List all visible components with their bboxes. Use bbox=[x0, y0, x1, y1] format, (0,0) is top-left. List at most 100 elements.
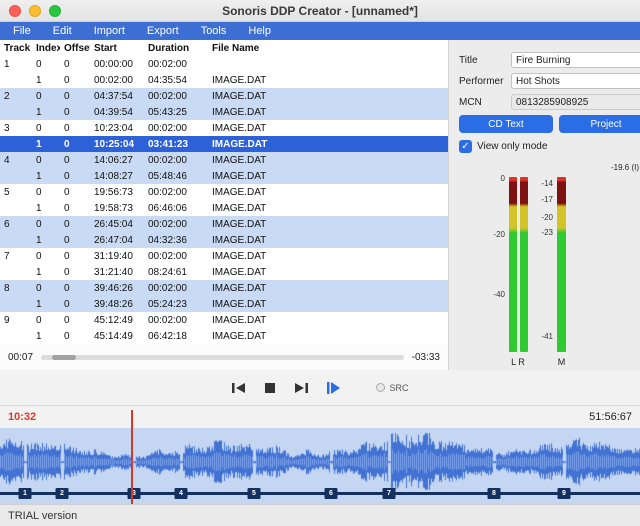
play-button[interactable] bbox=[325, 380, 342, 396]
cell-start: 19:56:73 bbox=[90, 187, 144, 198]
track-table: TrackIndexOffsetStartDurationFile NameIS… bbox=[0, 40, 448, 344]
table-row[interactable]: 10000:00:0000:02:00USQ bbox=[0, 56, 448, 72]
table-row[interactable]: 40014:06:2700:02:00IMAGE.DATUSQ bbox=[0, 152, 448, 168]
menu-help[interactable]: Help bbox=[237, 22, 282, 40]
skip-back-button[interactable] bbox=[231, 381, 247, 395]
table-row[interactable]: 30010:23:0400:02:00IMAGE.DATUSQ bbox=[0, 120, 448, 136]
project-button[interactable]: Project bbox=[559, 115, 640, 133]
skip-forward-button[interactable] bbox=[293, 381, 309, 395]
cell-track: 3 bbox=[0, 123, 32, 134]
cell-index: 0 bbox=[32, 155, 60, 166]
track-marker[interactable]: 2 bbox=[56, 488, 69, 499]
column-header[interactable]: Track bbox=[0, 43, 32, 54]
view-only-row: View only mode bbox=[459, 140, 640, 153]
zoom-button[interactable] bbox=[49, 5, 61, 17]
minimize-button[interactable] bbox=[29, 5, 41, 17]
menu-edit[interactable]: Edit bbox=[42, 22, 83, 40]
track-marker[interactable]: 4 bbox=[175, 488, 188, 499]
table-row[interactable]: 1019:58:7306:46:06IMAGE.DAT bbox=[0, 200, 448, 216]
cell-start: 04:37:54 bbox=[90, 91, 144, 102]
mcn-input[interactable] bbox=[511, 94, 640, 110]
track-marker[interactable]: 5 bbox=[248, 488, 261, 499]
cell-isrc: USQ bbox=[444, 91, 448, 102]
track-marker[interactable]: 9 bbox=[558, 488, 571, 499]
column-header[interactable]: File Name bbox=[208, 43, 444, 54]
table-row[interactable]: 1014:08:2705:48:46IMAGE.DAT bbox=[0, 168, 448, 184]
cell-start: 14:06:27 bbox=[90, 155, 144, 166]
cell-index: 0 bbox=[32, 315, 60, 326]
cell-index: 1 bbox=[32, 203, 60, 214]
cell-index: 1 bbox=[32, 331, 60, 342]
cell-start: 19:58:73 bbox=[90, 203, 144, 214]
cell-offset: 0 bbox=[60, 91, 90, 102]
lr-meter-scale: 0-20-40 bbox=[477, 174, 505, 349]
stop-button[interactable] bbox=[263, 381, 277, 395]
cell-index: 1 bbox=[32, 171, 60, 182]
close-button[interactable] bbox=[9, 5, 21, 17]
menu-export[interactable]: Export bbox=[136, 22, 190, 40]
cell-offset: 0 bbox=[60, 139, 90, 150]
cell-index: 1 bbox=[32, 299, 60, 310]
table-row[interactable]: 60026:45:0400:02:00IMAGE.DATUSQ bbox=[0, 216, 448, 232]
table-row[interactable]: 80039:46:2600:02:00IMAGE.DATUSQ bbox=[0, 280, 448, 296]
column-header[interactable]: Index bbox=[32, 43, 60, 54]
track-marker[interactable]: 8 bbox=[488, 488, 501, 499]
menu-file[interactable]: File bbox=[2, 22, 42, 40]
cell-start: 00:00:00 bbox=[90, 59, 144, 70]
cell-index: 1 bbox=[32, 139, 60, 150]
table-row[interactable]: 1000:02:0004:35:54IMAGE.DAT bbox=[0, 72, 448, 88]
table-row[interactable]: 50019:56:7300:02:00IMAGE.DATUSQ bbox=[0, 184, 448, 200]
table-row[interactable]: 1045:14:4906:42:18IMAGE.DAT bbox=[0, 328, 448, 344]
table-row[interactable]: 1010:25:0403:41:23IMAGE.DAT bbox=[0, 136, 448, 152]
table-row[interactable]: 1004:39:5405:43:25IMAGE.DAT bbox=[0, 104, 448, 120]
waveform-area[interactable]: 1 2 3 4 5 6 7 8 9 bbox=[0, 428, 640, 504]
playhead-cursor[interactable] bbox=[131, 410, 133, 504]
scrub-handle[interactable] bbox=[52, 355, 76, 360]
cell-start: 39:48:26 bbox=[90, 299, 144, 310]
cell-file: IMAGE.DAT bbox=[208, 299, 444, 310]
scrub-slider[interactable] bbox=[41, 355, 404, 360]
stop-icon bbox=[263, 381, 277, 395]
column-header[interactable]: Offset bbox=[60, 43, 90, 54]
track-marker[interactable]: 6 bbox=[325, 488, 338, 499]
cell-offset: 0 bbox=[60, 219, 90, 230]
cell-index: 0 bbox=[32, 219, 60, 230]
cell-duration: 00:02:00 bbox=[144, 155, 208, 166]
level-meters: -19.6 (I) 0-20-40 -14-17-20-23-41 L R M bbox=[459, 177, 640, 377]
skip-back-icon bbox=[231, 381, 247, 395]
cell-start: 39:46:26 bbox=[90, 283, 144, 294]
meter-scale-label: -41 bbox=[529, 332, 553, 341]
src-group: SRC bbox=[376, 383, 408, 393]
cell-duration: 00:02:00 bbox=[144, 187, 208, 198]
cd-text-button[interactable]: CD Text bbox=[459, 115, 553, 133]
table-row[interactable]: 1031:21:4008:24:61IMAGE.DAT bbox=[0, 264, 448, 280]
track-marker[interactable]: 7 bbox=[383, 488, 396, 499]
menu-tools[interactable]: Tools bbox=[190, 22, 238, 40]
cell-file: IMAGE.DAT bbox=[208, 331, 444, 342]
column-header[interactable]: Duration bbox=[144, 43, 208, 54]
menu-import[interactable]: Import bbox=[83, 22, 136, 40]
skip-forward-icon bbox=[293, 381, 309, 395]
cell-duration: 05:24:23 bbox=[144, 299, 208, 310]
cell-index: 1 bbox=[32, 267, 60, 278]
cell-start: 14:08:27 bbox=[90, 171, 144, 182]
column-header[interactable]: Start bbox=[90, 43, 144, 54]
track-marker[interactable]: 1 bbox=[19, 488, 32, 499]
column-header[interactable]: ISRC bbox=[444, 43, 448, 54]
performer-input[interactable] bbox=[511, 73, 640, 89]
table-row[interactable]: 1026:47:0404:32:36IMAGE.DAT bbox=[0, 232, 448, 248]
timeline-ruler: 10:32 51:56:67 bbox=[0, 406, 640, 428]
view-only-checkbox[interactable] bbox=[459, 140, 472, 153]
cell-duration: 00:02:00 bbox=[144, 219, 208, 230]
src-radio[interactable] bbox=[376, 383, 385, 392]
track-marker[interactable]: 3 bbox=[128, 488, 141, 499]
loudness-readout: -19.6 (I) bbox=[611, 163, 639, 172]
m-meter-label: M bbox=[553, 357, 570, 367]
table-row[interactable]: 70031:19:4000:02:00IMAGE.DATUSQ bbox=[0, 248, 448, 264]
cell-file: IMAGE.DAT bbox=[208, 315, 444, 326]
cell-isrc: USQ bbox=[444, 155, 448, 166]
title-input[interactable] bbox=[511, 52, 640, 68]
table-row[interactable]: 90045:12:4900:02:00IMAGE.DATUSQ bbox=[0, 312, 448, 328]
table-row[interactable]: 20004:37:5400:02:00IMAGE.DATUSQ bbox=[0, 88, 448, 104]
table-row[interactable]: 1039:48:2605:24:23IMAGE.DAT bbox=[0, 296, 448, 312]
